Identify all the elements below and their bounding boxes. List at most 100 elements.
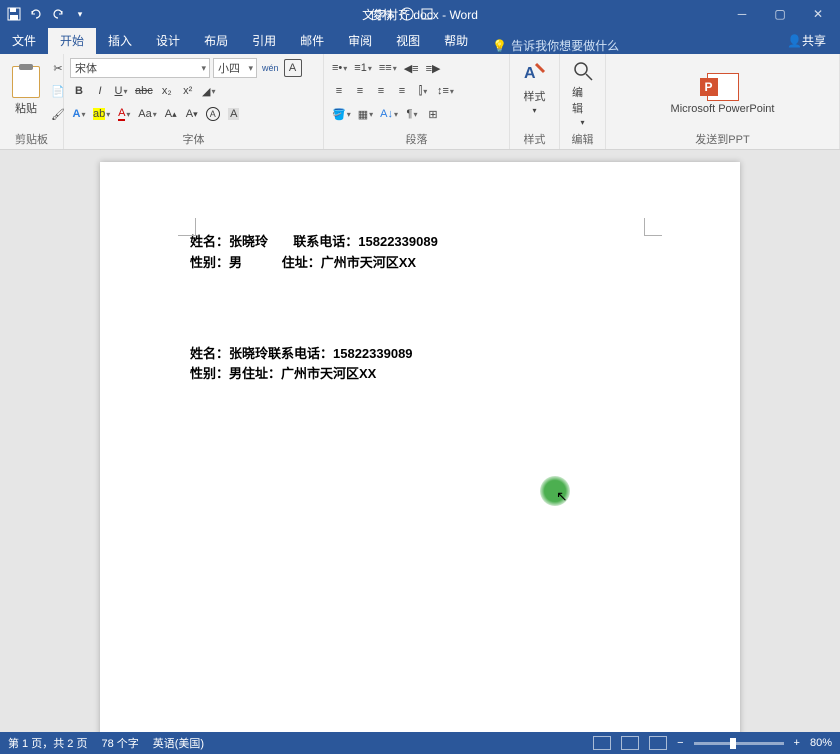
text-line-2[interactable]: 性别：男 住址：广州市天河区XX [190, 253, 650, 274]
zoom-slider[interactable] [694, 742, 784, 745]
multilevel-icon: ≡≡ [379, 62, 392, 74]
text-line-1[interactable]: 姓名：张晓玲 联系电话：15822339089 [190, 232, 650, 253]
page[interactable]: 姓名：张晓玲 联系电话：15822339089 性别：男 住址：广州市天河区XX… [100, 162, 740, 732]
status-words[interactable]: 78 个字 [101, 735, 138, 751]
qat-dropdown-icon[interactable]: ▾ [72, 6, 88, 22]
distribute-button[interactable]: ⫿ [414, 81, 432, 101]
svg-text:A: A [524, 65, 536, 82]
view-print-button[interactable] [621, 736, 639, 750]
window-controls: ─ ▢ ✕ [724, 4, 840, 24]
shrink-font-button[interactable]: A▾ [183, 104, 201, 124]
status-bar: 第 1 页，共 2 页 78 个字 英语(美国) − + 80% [0, 732, 840, 754]
status-language[interactable]: 英语(美国) [153, 735, 204, 751]
bullets-icon: ≡• [332, 62, 342, 74]
zoom-in-button[interactable]: + [794, 737, 800, 749]
align-right-button[interactable]: ≡ [372, 81, 390, 101]
clear-format-button[interactable]: ◢ [200, 81, 218, 101]
redo-icon[interactable] [50, 6, 66, 22]
snap-button[interactable]: ⊞ [424, 104, 442, 124]
align-left-button[interactable]: ≡ [330, 81, 348, 101]
char-shading2-button[interactable]: A [225, 104, 243, 124]
tell-me[interactable]: 💡 告诉我你想要做什么 [480, 37, 631, 54]
clipboard-icon [12, 66, 40, 98]
decrease-indent-button[interactable]: ◀≡ [402, 58, 421, 78]
share-button[interactable]: 👤共享 [773, 27, 840, 54]
margin-corner-tl [178, 218, 196, 236]
undo-icon[interactable] [28, 6, 44, 22]
paste-label: 粘贴 [15, 100, 37, 116]
tab-mailings[interactable]: 邮件 [288, 27, 336, 54]
multilevel-button[interactable]: ≡≡ [377, 58, 399, 78]
styles-button[interactable]: A 样式 ▾ [516, 58, 553, 117]
strikethrough-button[interactable]: abc [133, 81, 155, 101]
font-name-select[interactable]: 宋体 [70, 58, 210, 78]
close-icon[interactable]: ✕ [800, 4, 836, 24]
sort-icon: A↓ [380, 108, 393, 120]
align-left-icon: ≡ [336, 85, 342, 97]
ribbon: 粘贴 ✂ 📄 🖌 剪贴板 宋体 小四 wén A B I U abc x₂ [0, 54, 840, 150]
superscript-button[interactable]: x² [179, 81, 197, 101]
lightbulb-icon: 💡 [492, 39, 507, 53]
text-line-3[interactable]: 姓名：张晓玲联系电话：15822339089 [190, 344, 650, 365]
tab-help[interactable]: 帮助 [432, 27, 480, 54]
align-center-button[interactable]: ≡ [351, 81, 369, 101]
increase-indent-button[interactable]: ≡▶ [424, 58, 443, 78]
sort-button[interactable]: A↓ [378, 104, 400, 124]
tab-view[interactable]: 视图 [384, 27, 432, 54]
group-paragraph: ≡• ≡1 ≡≡ ◀≡ ≡▶ ≡ ≡ ≡ ≡ ⫿ ↕≡ 🪣 ▦ A↓ ¶ ⊞ [324, 54, 510, 149]
line-spacing-button[interactable]: ↕≡ [435, 81, 456, 101]
tab-file[interactable]: 文件 [0, 27, 48, 54]
italic-button[interactable]: I [91, 81, 109, 101]
borders-icon: ▦ [358, 108, 368, 121]
zoom-out-button[interactable]: − [677, 737, 683, 749]
bullets-button[interactable]: ≡• [330, 58, 349, 78]
char-border-label: A [289, 62, 296, 74]
underline-button[interactable]: U [112, 81, 130, 101]
brush-icon: 🖌 [51, 108, 65, 121]
text-effects-button[interactable]: A [70, 104, 88, 124]
align-right-icon: ≡ [378, 85, 384, 97]
document-area[interactable]: 姓名：张晓玲 联系电话：15822339089 性别：男 住址：广州市天河区XX… [0, 150, 840, 732]
shading-button[interactable]: 🪣 [330, 104, 353, 124]
show-marks-button[interactable]: ¶ [403, 104, 421, 124]
minimize-icon[interactable]: ─ [724, 4, 760, 24]
send-to-ppt-button[interactable]: Microsoft PowerPoint [665, 71, 781, 117]
paste-button[interactable]: 粘贴 [6, 64, 46, 118]
status-page[interactable]: 第 1 页，共 2 页 [8, 735, 87, 751]
tab-design[interactable]: 设计 [144, 27, 192, 54]
grow-font-button[interactable]: A▴ [162, 104, 180, 124]
editing-button[interactable]: 编辑 ▾ [566, 58, 599, 129]
text-line-4[interactable]: 性别：男住址：广州市天河区XX [190, 364, 650, 385]
quick-access-toolbar: ▾ [0, 6, 88, 22]
char-shading-button[interactable]: Aa [136, 104, 158, 124]
font-color-button[interactable]: A [115, 104, 133, 124]
char-border-button[interactable]: A [284, 59, 302, 77]
document-title: 文字对齐.docx - Word [362, 6, 478, 23]
numbering-icon: ≡1 [354, 62, 367, 74]
save-icon[interactable] [6, 6, 22, 22]
numbering-button[interactable]: ≡1 [352, 58, 374, 78]
borders-button[interactable]: ▦ [356, 104, 375, 124]
font-size-select[interactable]: 小四 [213, 58, 257, 78]
view-web-button[interactable] [649, 736, 667, 750]
highlight-button[interactable]: ab [91, 104, 112, 124]
bucket-icon: 🪣 [332, 108, 346, 121]
tab-review[interactable]: 审阅 [336, 27, 384, 54]
tab-layout[interactable]: 布局 [192, 27, 240, 54]
styles-label: 样式 [524, 88, 546, 104]
enclosed-char-button[interactable]: A [204, 104, 222, 124]
tab-insert[interactable]: 插入 [96, 27, 144, 54]
powerpoint-icon [707, 73, 739, 101]
phonetic-guide-button[interactable]: wén [260, 58, 281, 78]
zoom-level[interactable]: 80% [810, 737, 832, 749]
tab-home[interactable]: 开始 [48, 27, 96, 54]
bold-button[interactable]: B [70, 81, 88, 101]
share-icon: 👤 [787, 34, 802, 48]
tab-references[interactable]: 引用 [240, 27, 288, 54]
maximize-icon[interactable]: ▢ [762, 4, 798, 24]
view-read-button[interactable] [593, 736, 611, 750]
justify-button[interactable]: ≡ [393, 81, 411, 101]
subscript-button[interactable]: x₂ [158, 81, 176, 101]
title-bar: ▾ 文字对齐.docx - Word 俊林 ─ ▢ ✕ [0, 0, 840, 28]
font-group-label: 字体 [70, 129, 317, 147]
